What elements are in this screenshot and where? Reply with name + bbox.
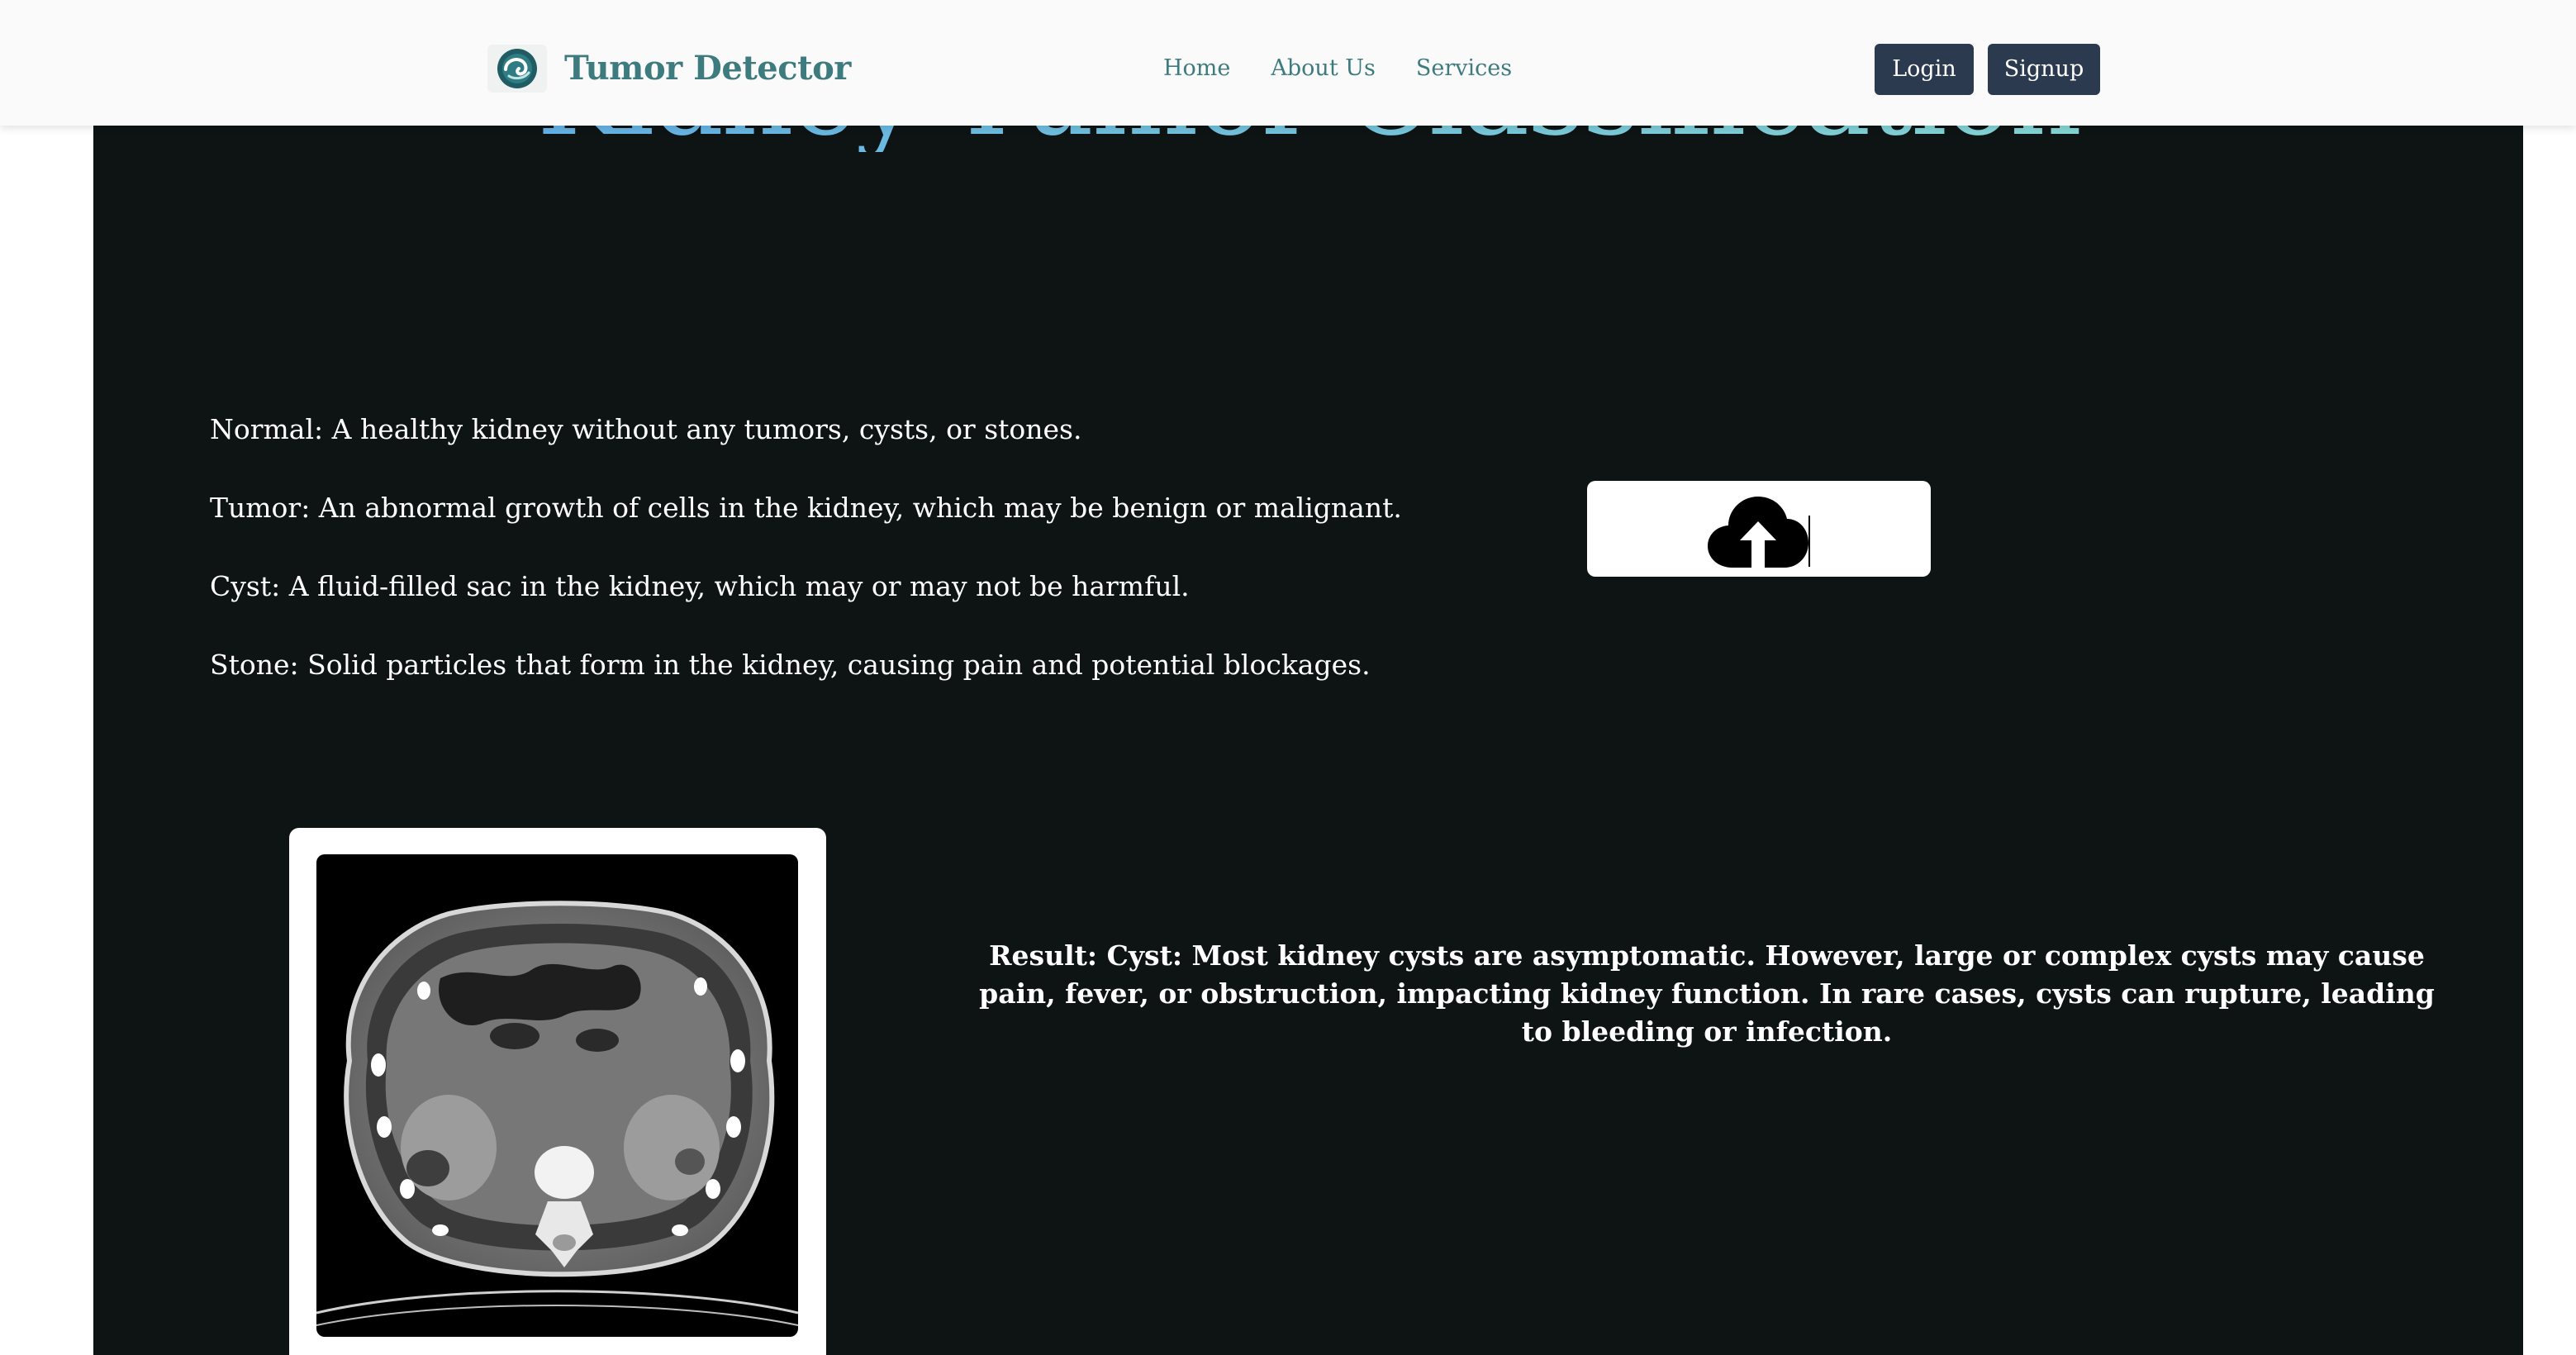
definition-tumor: Tumor: An abnormal growth of cells in th… (210, 492, 1402, 524)
definition-stone: Stone: Solid particles that form in the … (210, 649, 1371, 681)
nav-home-link[interactable]: Home (1163, 53, 1230, 84)
ct-scan-image (316, 854, 798, 1337)
kidney-logo-icon[interactable] (487, 45, 547, 93)
nav-about-us-link[interactable]: About Us (1271, 53, 1375, 84)
navbar: Tumor Detector Home About Us Services Lo… (0, 0, 2576, 126)
definition-normal: Normal: A healthy kidney without any tum… (210, 413, 1082, 445)
definition-cyst: Cyst: A fluid-filled sac in the kidney, … (210, 570, 1190, 602)
definitions-list: Normal: A healthy kidney without any tum… (210, 408, 1449, 722)
nav-services-link[interactable]: Services (1416, 53, 1512, 84)
brand-name[interactable]: Tumor Detector (564, 47, 851, 90)
cloud-upload-icon (1708, 497, 1808, 568)
login-button[interactable]: Login (1875, 44, 1974, 95)
signup-button[interactable]: Signup (1988, 44, 2100, 95)
upload-button[interactable] (1587, 481, 1931, 577)
nav-links: Home About Us Services (1163, 53, 1512, 84)
ct-scan-drawing (316, 901, 798, 1326)
text-cursor (1808, 516, 1810, 567)
main-panel: Kidney Tumor Classification Normal: A he… (93, 0, 2523, 1355)
scan-card (289, 828, 826, 1355)
result-text: Result: Cyst: Most kidney cysts are asym… (979, 939, 2435, 1048)
